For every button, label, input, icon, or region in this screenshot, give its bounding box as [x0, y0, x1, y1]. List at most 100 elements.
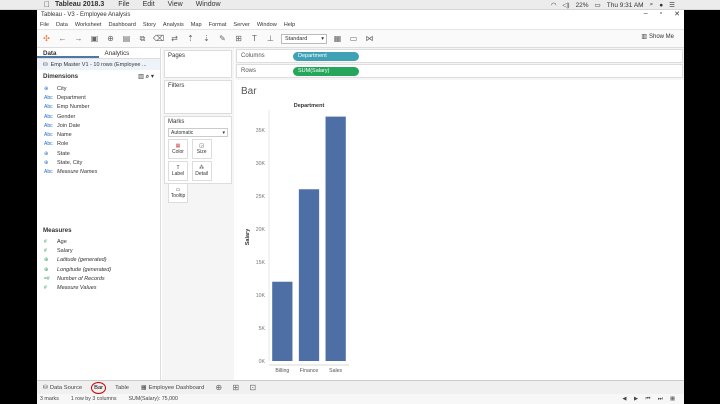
menu-file[interactable]: File [40, 22, 49, 28]
dimension-field[interactable]: Abc Measure Names [37, 168, 160, 177]
menu-format[interactable]: Format [209, 22, 227, 28]
dimension-field[interactable]: Abc Role [37, 140, 160, 149]
show-cards-icon[interactable]: ▦ [332, 34, 343, 43]
new-worksheet-icon[interactable]: ⊕ [213, 383, 224, 392]
measure-field[interactable]: # Age [37, 237, 160, 246]
menu-map[interactable]: Map [191, 22, 202, 28]
dimension-field[interactable]: ⊕ State, City [37, 158, 160, 167]
columns-shelf[interactable]: Columns Department [236, 49, 683, 63]
minimize-icon[interactable]: – [644, 10, 648, 18]
measure-field[interactable]: # Measure Values [37, 283, 160, 292]
volume-icon[interactable]: ◁) [562, 1, 569, 9]
size-button[interactable]: ◲ Size [191, 139, 212, 159]
mark-type-select[interactable]: Automatic ▾ [168, 128, 228, 137]
menu-analysis[interactable]: Analysis [163, 22, 184, 28]
dimension-field[interactable]: Abc Department [37, 93, 160, 102]
share-icon[interactable]: ⋈ [364, 34, 375, 43]
label-button[interactable]: T Label [168, 161, 188, 181]
number-icon: # [44, 247, 47, 254]
dimension-field[interactable]: ⊕ City [37, 84, 160, 93]
dimension-field[interactable]: Abc Emp Number [37, 103, 160, 112]
tab-data-source[interactable]: ⛁ Data Source [40, 382, 85, 394]
marks-title: Marks [168, 119, 185, 125]
sort-descending-icon[interactable]: ⇣ [201, 34, 212, 43]
menu-server[interactable]: Server [233, 22, 249, 28]
show-me-button[interactable]: ▥ Show Me [641, 33, 674, 41]
measure-field[interactable]: ⊕ Latitude (generated) [37, 256, 160, 265]
clear-sheet-icon[interactable]: ⌫ [153, 34, 164, 43]
number-icon: # [44, 238, 47, 245]
x-tick-label: Billing [275, 368, 289, 374]
duplicate-sheet-icon[interactable]: ⧉ [137, 34, 148, 44]
measure-field[interactable]: ⊕ Longitude (generated) [37, 265, 160, 274]
globe-icon: ⊕ [44, 150, 49, 157]
dimension-field-label: State, City [57, 160, 83, 167]
clock[interactable]: Thu 9:31 AM [607, 2, 644, 9]
new-sheet-icon[interactable]: ▤ [121, 34, 132, 43]
tableau-logo-icon[interactable]: ✣ [41, 34, 52, 43]
mac-menu-view[interactable]: View [168, 1, 183, 8]
rows-shelf[interactable]: Rows SUM(Salary) [236, 64, 683, 78]
close-icon[interactable]: ✕ [674, 10, 680, 18]
filters-card[interactable]: Filters [164, 80, 232, 114]
search-icon[interactable]: ⌕ [650, 1, 654, 9]
datasource-item[interactable]: ⛁ Emp Master V1 - 10 rows (Employee ... [37, 59, 160, 70]
columns-label: Columns [241, 53, 265, 59]
new-dashboard-icon[interactable]: ⊞ [230, 383, 241, 392]
fit-select[interactable]: Standard ▾ [281, 33, 327, 44]
sort-ascending-icon[interactable]: ⇡ [185, 34, 196, 43]
chart-title: Department [294, 103, 325, 109]
tab-bar[interactable]: Bar [91, 381, 107, 394]
mac-menu-window[interactable]: Window [196, 1, 221, 8]
mac-menu-edit[interactable]: Edit [143, 1, 155, 8]
dimension-field[interactable]: ⊕ State [37, 149, 160, 158]
swap-icon[interactable]: ⇄ [169, 34, 180, 43]
detail-button[interactable]: ⁂ Detail [191, 161, 212, 181]
filters-title: Filters [168, 83, 185, 89]
apple-icon[interactable]:  [44, 0, 50, 9]
label-icon[interactable]: T [249, 34, 260, 43]
save-icon[interactable]: ▣ [89, 34, 100, 43]
dimension-field-label: Role [57, 141, 69, 148]
tab-table[interactable]: Table [112, 382, 132, 394]
dimension-field[interactable]: Abc Name [37, 130, 160, 139]
dimension-field[interactable]: Abc Gender [37, 112, 160, 121]
siri-icon[interactable]: ● [659, 2, 663, 9]
battery-icon[interactable]: ▭ [595, 1, 601, 9]
tab-analytics[interactable]: Analytics [99, 48, 161, 58]
measure-field-label: Latitude (generated) [57, 257, 107, 264]
restore-icon[interactable]: ▫ [660, 10, 662, 18]
tooltip-button[interactable]: ▭ Tooltip [168, 183, 188, 203]
group-icon[interactable]: ⊞ [233, 34, 244, 43]
menu-story[interactable]: Story [143, 22, 156, 28]
redo-icon[interactable]: → [73, 34, 84, 43]
new-story-icon[interactable]: ⊡ [247, 383, 258, 392]
measure-field[interactable]: =# Number of Records [37, 274, 160, 283]
globe-icon: ⊕ [44, 160, 49, 167]
color-button[interactable]: ▦ Color [168, 139, 188, 159]
pin-icon[interactable]: ⊥ [265, 34, 276, 43]
tab-employee-dashboard[interactable]: ▦ Employee Dashboard [138, 382, 207, 394]
department-pill[interactable]: Department [293, 51, 359, 61]
app-name[interactable]: Tableau 2018.3 [55, 1, 104, 8]
undo-icon[interactable]: ← [57, 34, 68, 43]
add-datasource-icon[interactable]: ⊕ [105, 34, 116, 43]
menu-window[interactable]: Window [257, 22, 277, 28]
mac-menu-file[interactable]: File [118, 1, 129, 8]
dimensions-tools-icon[interactable]: ▥ ⌕ ▾ [138, 73, 154, 81]
notifications-icon[interactable]: ☰ [669, 1, 675, 9]
pages-card[interactable]: Pages [164, 50, 232, 78]
salary-pill[interactable]: SUM(Salary) [293, 66, 359, 76]
menu-worksheet[interactable]: Worksheet [75, 22, 102, 28]
menu-dashboard[interactable]: Dashboard [108, 22, 135, 28]
tab-data[interactable]: Data [37, 48, 99, 58]
sheet-nav-icons[interactable]: ◀ ▶ ⏮ ⏭ ▦ [622, 396, 678, 403]
presentation-icon[interactable]: ▭ [348, 34, 359, 43]
highlight-icon[interactable]: ✎ [217, 34, 228, 43]
menu-data[interactable]: Data [56, 22, 68, 28]
dimension-field[interactable]: Abc Join Date [37, 121, 160, 130]
measure-field[interactable]: # Salary [37, 246, 160, 255]
y-tick-label: 20K [256, 227, 266, 233]
wifi-icon[interactable]: ◠ [551, 1, 557, 9]
menu-help[interactable]: Help [284, 22, 296, 28]
